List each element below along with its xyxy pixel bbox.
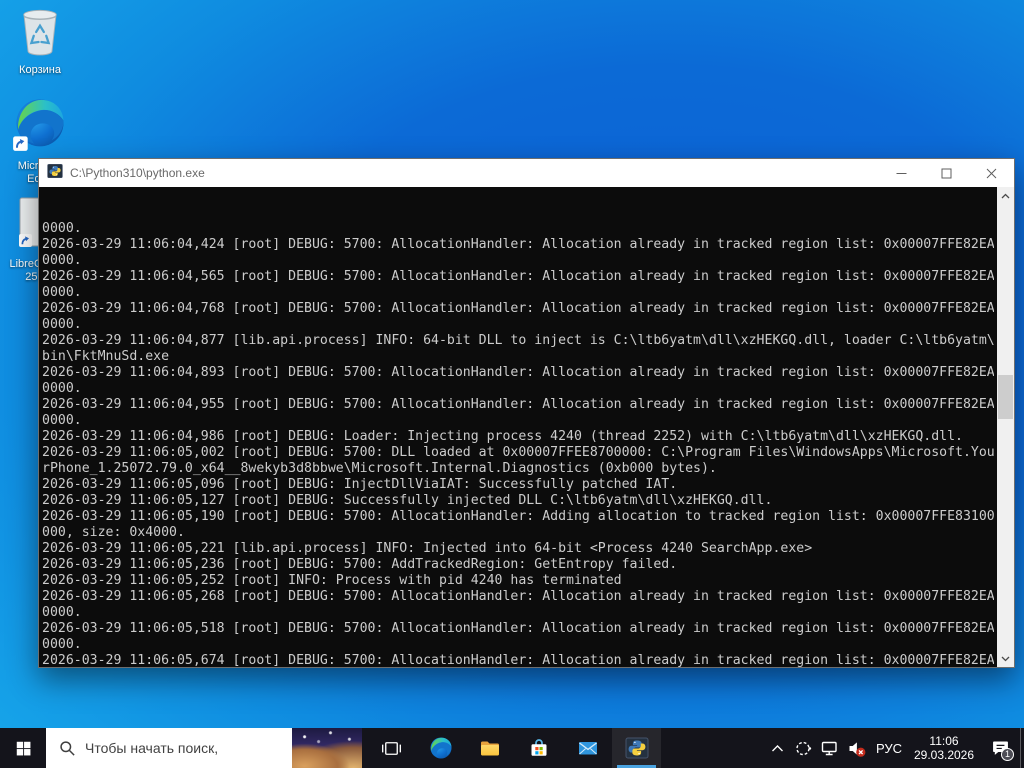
chevron-down-icon — [1001, 656, 1010, 661]
console-line: 2026-03-29 11:06:04,424 [root] DEBUG: 57… — [42, 237, 994, 252]
console-line: 2026-03-29 11:06:05,674 [root] DEBUG: 57… — [42, 653, 994, 667]
python-console-icon — [47, 163, 63, 184]
python-console-icon — [625, 737, 648, 759]
task-view-button[interactable] — [367, 728, 416, 768]
taskbar-file-explorer-button[interactable] — [465, 728, 514, 768]
dashed-circle-icon — [795, 741, 811, 755]
taskbar-search — [46, 728, 292, 768]
scrollbar-up-button[interactable] — [997, 187, 1014, 204]
desktop-icon-recycle-bin[interactable]: Корзина — [8, 6, 72, 77]
console-line: 0000. — [42, 605, 82, 620]
scrollbar[interactable] — [997, 187, 1014, 667]
console-window: C:\Python310\python.exe 0000. 2026-03-29 … — [38, 158, 1015, 668]
clock[interactable]: 11:06 29.03.2026 — [908, 728, 980, 768]
taskbar-store-button[interactable] — [514, 728, 563, 768]
console-line: 2026-03-29 11:06:05,518 [root] DEBUG: 57… — [42, 621, 994, 636]
chevron-up-icon — [1001, 193, 1010, 198]
console-line: 0000. — [42, 285, 82, 300]
console-line: 2026-03-29 11:06:04,877 [lib.api.process… — [42, 333, 994, 348]
window-title: C:\Python310\python.exe — [70, 166, 205, 180]
console-line: 2026-03-29 11:06:04,768 [root] DEBUG: 57… — [42, 301, 994, 316]
close-button[interactable] — [969, 159, 1014, 187]
recycle-bin-icon — [17, 6, 63, 61]
taskbar-python-console-button[interactable] — [612, 728, 661, 768]
language-indicator[interactable]: РУС — [870, 728, 908, 768]
windows-logo-icon — [16, 741, 30, 755]
date: 29.03.2026 — [913, 748, 975, 762]
start-button[interactable] — [0, 728, 46, 768]
ethernet-icon — [821, 741, 837, 755]
notification-badge: 1 — [1001, 748, 1014, 761]
window-titlebar[interactable]: C:\Python310\python.exe — [39, 159, 1014, 187]
console-line: 2026-03-29 11:06:05,127 [root] DEBUG: Su… — [42, 493, 773, 508]
file-explorer-icon — [480, 741, 499, 756]
console-line: 0000. — [42, 253, 82, 268]
console-line: 2026-03-29 11:06:05,221 [lib.api.process… — [42, 541, 813, 556]
taskbar-mail-button[interactable] — [563, 728, 612, 768]
console-line: 2026-03-29 11:06:05,236 [root] DEBUG: 57… — [42, 557, 678, 572]
edge-icon — [430, 737, 451, 759]
console-line: bin\FktMnuSd.exe — [42, 349, 170, 364]
console-line: 2026-03-29 11:06:04,565 [root] DEBUG: 57… — [42, 269, 994, 284]
console-line: 2026-03-29 11:06:05,268 [root] DEBUG: 57… — [42, 589, 994, 604]
console-line: rPhone_1.25072.79.0_x64__8wekyb3d8bbwe\M… — [42, 461, 717, 476]
search-input[interactable] — [85, 740, 292, 756]
search-icon — [60, 740, 75, 756]
console-line: 0000. — [42, 637, 82, 652]
desktop-icon-label: Корзина — [19, 64, 61, 76]
taskbar-edge-button[interactable] — [416, 728, 465, 768]
console-line: 0000. — [42, 317, 82, 332]
console-line: 0000. — [42, 413, 82, 428]
console-log: 0000. 2026-03-29 11:06:04,424 [root] DEBU… — [42, 189, 994, 667]
taskbar: РУС 11:06 29.03.2026 1 — [0, 728, 1024, 768]
console-line: 2026-03-29 11:06:05,252 [root] INFO: Pro… — [42, 573, 622, 588]
console-line: 0000. — [42, 221, 82, 236]
system-tray: РУС 11:06 29.03.2026 1 — [764, 728, 1024, 768]
clock-text: 11:06 29.03.2026 — [908, 734, 980, 762]
mail-icon — [578, 742, 597, 755]
console-line: 2026-03-29 11:06:05,190 [root] DEBUG: 57… — [42, 509, 994, 524]
action-center-button[interactable]: 1 — [980, 728, 1020, 768]
console-line: 2026-03-29 11:06:04,955 [root] DEBUG: 57… — [42, 397, 994, 412]
minimize-icon — [896, 172, 907, 174]
show-desktop-button[interactable] — [1020, 728, 1024, 768]
chevron-up-icon — [771, 744, 783, 751]
console-line: 2026-03-29 11:06:04,986 [root] DEBUG: Lo… — [42, 429, 963, 444]
maximize-icon — [941, 168, 952, 178]
console-line: 2026-03-29 11:06:05,002 [root] DEBUG: 57… — [42, 445, 994, 460]
console-line: 0000. — [42, 381, 82, 396]
scrollbar-down-button[interactable] — [997, 650, 1014, 667]
desktop: Корзина Microsoft Edge LibreOffice 25.2 — [0, 0, 1024, 768]
edge-icon — [12, 96, 67, 157]
console-output[interactable]: 0000. 2026-03-29 11:06:04,424 [root] DEBU… — [39, 187, 1014, 667]
console-line: 2026-03-29 11:06:05,096 [root] DEBUG: In… — [42, 477, 678, 492]
volume-muted-icon — [849, 741, 865, 757]
store-icon — [531, 739, 546, 756]
task-view-icon — [382, 741, 401, 755]
taskbar-apps — [367, 728, 661, 768]
console-line: 2026-03-29 11:06:04,893 [root] DEBUG: 57… — [42, 365, 994, 380]
maximize-button[interactable] — [924, 159, 969, 187]
console-line: 000, size: 0x4000. — [42, 525, 185, 540]
scrollbar-thumb[interactable] — [998, 375, 1013, 419]
tray-expand-button[interactable] — [764, 728, 790, 768]
minimize-button[interactable] — [879, 159, 924, 187]
time: 11:06 — [929, 734, 959, 748]
network-button[interactable] — [816, 728, 842, 768]
volume-button[interactable] — [842, 728, 870, 768]
tray-status-button[interactable] — [790, 728, 816, 768]
close-icon — [986, 168, 997, 178]
search-highlights-image[interactable] — [292, 728, 362, 768]
